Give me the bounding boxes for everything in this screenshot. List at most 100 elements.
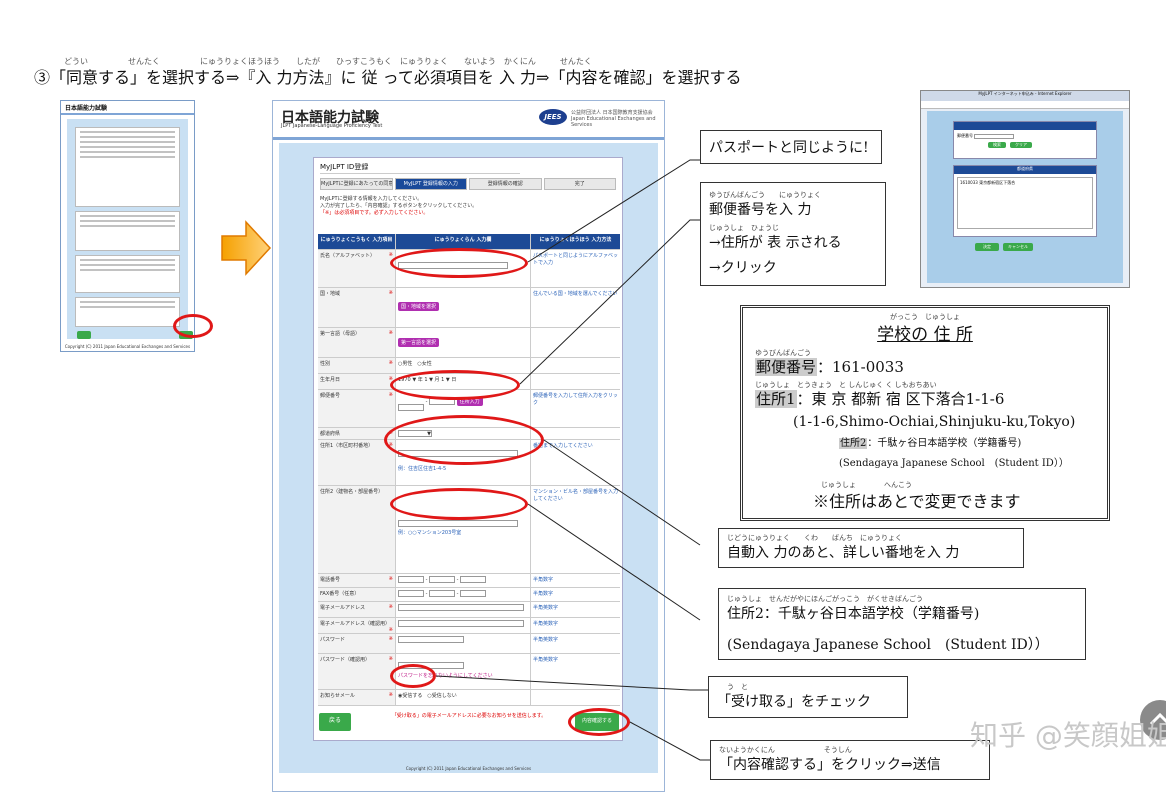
row-note: 番地まで入力してください: [533, 443, 593, 449]
ie-search-button[interactable]: 検索: [988, 142, 1006, 148]
address-popup-screenshot: MyJLPT インターネット申込み - Internet Explorer 郵便…: [920, 90, 1130, 288]
highlight-address2: [390, 488, 528, 520]
notification-radio[interactable]: ◉受信する ○受信しない: [396, 690, 531, 705]
callout-address2: じゅうしょ せんだがやにほんごがっこう がくせきばんごう住所2：千駄ヶ谷日本語学…: [718, 588, 1086, 660]
email-input[interactable]: [398, 604, 524, 611]
addr2-roman: (Sendagaya Japanese School (Student ID））: [839, 458, 1069, 469]
ie-panel-header: [954, 122, 1096, 130]
watermark: 知乎 @笑顔姐姐: [970, 719, 1166, 752]
instruction-header: どうい せんたく にゅうりょくほうほう したが ひっすこうもく にゅうりょく な…: [34, 58, 934, 92]
table-row: FAX番号（任意） - - 半角数字: [318, 588, 620, 602]
receive-text: 「受け取る」をチェック: [717, 694, 871, 710]
postal-line-1: 郵便番号を入 力: [709, 202, 812, 219]
detail-ruby: じどうにゅうりょく くわ ばんち にゅうりょく: [727, 534, 902, 542]
address-change-note: ※住所はあとで変更できます: [813, 492, 1021, 511]
select-country-button[interactable]: 国・地域を選択: [398, 302, 440, 311]
row-label: FAX番号（任意）: [320, 591, 360, 597]
select-language-button[interactable]: 第一言語を選択: [398, 338, 440, 347]
addr2-ruby: じゅうしょ せんだがやにほんごがっこう がくせきばんごう: [727, 594, 923, 603]
row-label: 性別: [320, 361, 331, 367]
highlight-address1: [384, 415, 544, 465]
step-1: MyJLPTに登録にあたっての同意事項: [320, 178, 393, 190]
thumbnail-back-button[interactable]: [77, 331, 91, 339]
addr2-value: ：千駄ヶ谷日本語学校（学籍番号): [867, 438, 1022, 449]
highlight-postal: [390, 370, 520, 400]
row-note: 半角英数字: [533, 637, 559, 643]
addr1-roman: (1-1-6,Shimo-Ochiai,Shinjuku-ku,Tokyo): [793, 414, 1076, 430]
row-label: 電子メールアドレス: [320, 605, 366, 611]
postal-line-2: →住所が 表 示される: [709, 234, 842, 251]
row-label: 住所2（建物名・部屋番号）: [320, 489, 384, 495]
row-note: 半角英数字: [533, 621, 559, 627]
ie-result-panel: 都道府県 1610033 東京都新宿区下落合: [953, 165, 1097, 237]
confirm-ruby: ないようかくにん そうしん: [719, 746, 852, 754]
instruction-text: 「同意する」を選択する⇒『入 力方法』に 従 って必須項目を 入 力⇒「内容を確…: [50, 68, 742, 87]
row-note: 半角数字: [533, 591, 554, 597]
jees-logo: JEES: [539, 109, 567, 125]
ie-clear-button[interactable]: クリア: [1010, 142, 1032, 148]
address2-input[interactable]: [398, 520, 518, 527]
header-method: にゅうりょくほうほう 入力方法: [531, 234, 620, 249]
table-row: 第一言語（母語） ※ 第一言語を選択: [318, 328, 620, 358]
row-note: パスポートと同じようにアルファベットで入力: [533, 253, 618, 266]
phone-input[interactable]: [398, 576, 424, 583]
addr1-value: ：東 京 都新 宿 区下落合1-1-6: [796, 390, 1005, 408]
highlight-confirm: [568, 708, 630, 736]
postal-ruby: ゆうびんばんごう にゅうりょく: [709, 191, 821, 200]
row-label: 生年月日: [320, 377, 341, 383]
fax-input[interactable]: [459, 590, 486, 597]
ie-search-panel: 郵便番号 検索 クリア: [953, 121, 1097, 159]
detail-text: 自動入 力のあと、詳しい番地を入 力: [727, 545, 960, 561]
row-label: 郵便番号: [320, 393, 341, 399]
agreement-thumbnail: 日本語能力試験 Copyright (C) 2011 Japan Educati…: [60, 100, 195, 352]
thumbnail-footer: Copyright (C) 2011 Japan Educational Exc…: [64, 344, 191, 349]
form-intro: MyJLPTに登録する情報を入力してください。 入力が完了したら、「内容確認」す…: [320, 196, 610, 217]
thumbnail-body: [67, 119, 193, 339]
postal-line-3: →クリック: [709, 259, 777, 276]
row-label: 住所1（市区町村番地）: [320, 443, 374, 449]
row-note: 住んでいる国・地域を選んでください: [533, 291, 618, 297]
row-note: 半角数字: [533, 577, 554, 583]
row-label: 電話番号: [320, 577, 341, 583]
header-item: にゅうりょくこうもく 入力項目: [318, 234, 396, 249]
step-4: 完了: [543, 178, 616, 190]
thumbnail-card: [75, 297, 180, 327]
fax-input[interactable]: [398, 590, 424, 597]
addr1-label: 住所1: [755, 390, 797, 408]
panel-title: MyJLPT ID登録: [320, 162, 520, 174]
school-address-box: がっこう じゅうしょ 学校の 住 所 ゆうびんばんごう 郵便番号：161-003…: [740, 305, 1110, 521]
jees-org-name: 公益財団法人 日本国際教育支援協会 Japan Educational Exch…: [571, 110, 656, 128]
back-button[interactable]: 戻る: [319, 713, 351, 731]
jlpt-sublogo: JLPT Japanese-Language Proficiency Test: [281, 123, 383, 129]
table-row: パスワード ※ 半角英数字: [318, 634, 620, 654]
form-table: にゅうりょくこうもく 入力項目 にゅうりょくらん 入力欄 にゅうりょくほうほう …: [318, 234, 620, 719]
row-note: 半角英数字: [533, 605, 559, 611]
postal-input-1[interactable]: [398, 404, 424, 411]
ie-cancel-button[interactable]: キャンセル: [1003, 243, 1033, 251]
callout-passport: パスポートと同じように!: [700, 130, 882, 164]
email-confirm-input[interactable]: [398, 620, 524, 627]
postal-ruby: じゅうしょ ひょうじ: [709, 223, 779, 232]
ie-ok-button[interactable]: 決定: [975, 243, 999, 251]
callout-receive: う と 「受け取る」をチェック: [708, 676, 908, 718]
step-3: 登録情報の確認: [469, 178, 542, 190]
intro-line: 入力が完了したら、「内容確認」するボタンをクリックしてください。: [320, 203, 478, 209]
required-notice: 「※」は必須項目です。必ず入力してください。: [320, 210, 429, 216]
addr2-line-2: (Sendagaya Japanese School (Student ID））: [727, 636, 1049, 653]
ie-postal-input[interactable]: [974, 133, 1015, 139]
address1-sample: 例：住吉区住吉1-4-5: [398, 466, 447, 472]
highlight-name: [390, 248, 528, 278]
callout-detail: じどうにゅうりょく くわ ばんち にゅうりょく 自動入 力のあと、詳しい番地を入…: [718, 528, 1024, 568]
fax-input[interactable]: [428, 590, 455, 597]
row-label: パスワード: [320, 637, 346, 643]
table-row: パスワード（確認用） ※ パスワードを忘れないようにしてください 半角英数字: [318, 654, 620, 690]
row-note: 郵便番号を入力して住所入力をクリック: [533, 393, 618, 406]
ie-result-list[interactable]: 1610033 東京都新宿区下落合: [957, 177, 1093, 229]
addr2-line-1: 住所2：千駄ヶ谷日本語学校（学籍番号): [727, 605, 980, 622]
row-label: 第一言語（母語）: [320, 331, 361, 337]
table-row: 電子メールアドレス（確認用） ※ 半角英数字: [318, 618, 620, 634]
password-input[interactable]: [398, 636, 464, 643]
phone-input[interactable]: [459, 576, 486, 583]
row-note: マンション・ビル名・部屋番号を入力してください: [533, 489, 619, 502]
phone-input[interactable]: [428, 576, 455, 583]
